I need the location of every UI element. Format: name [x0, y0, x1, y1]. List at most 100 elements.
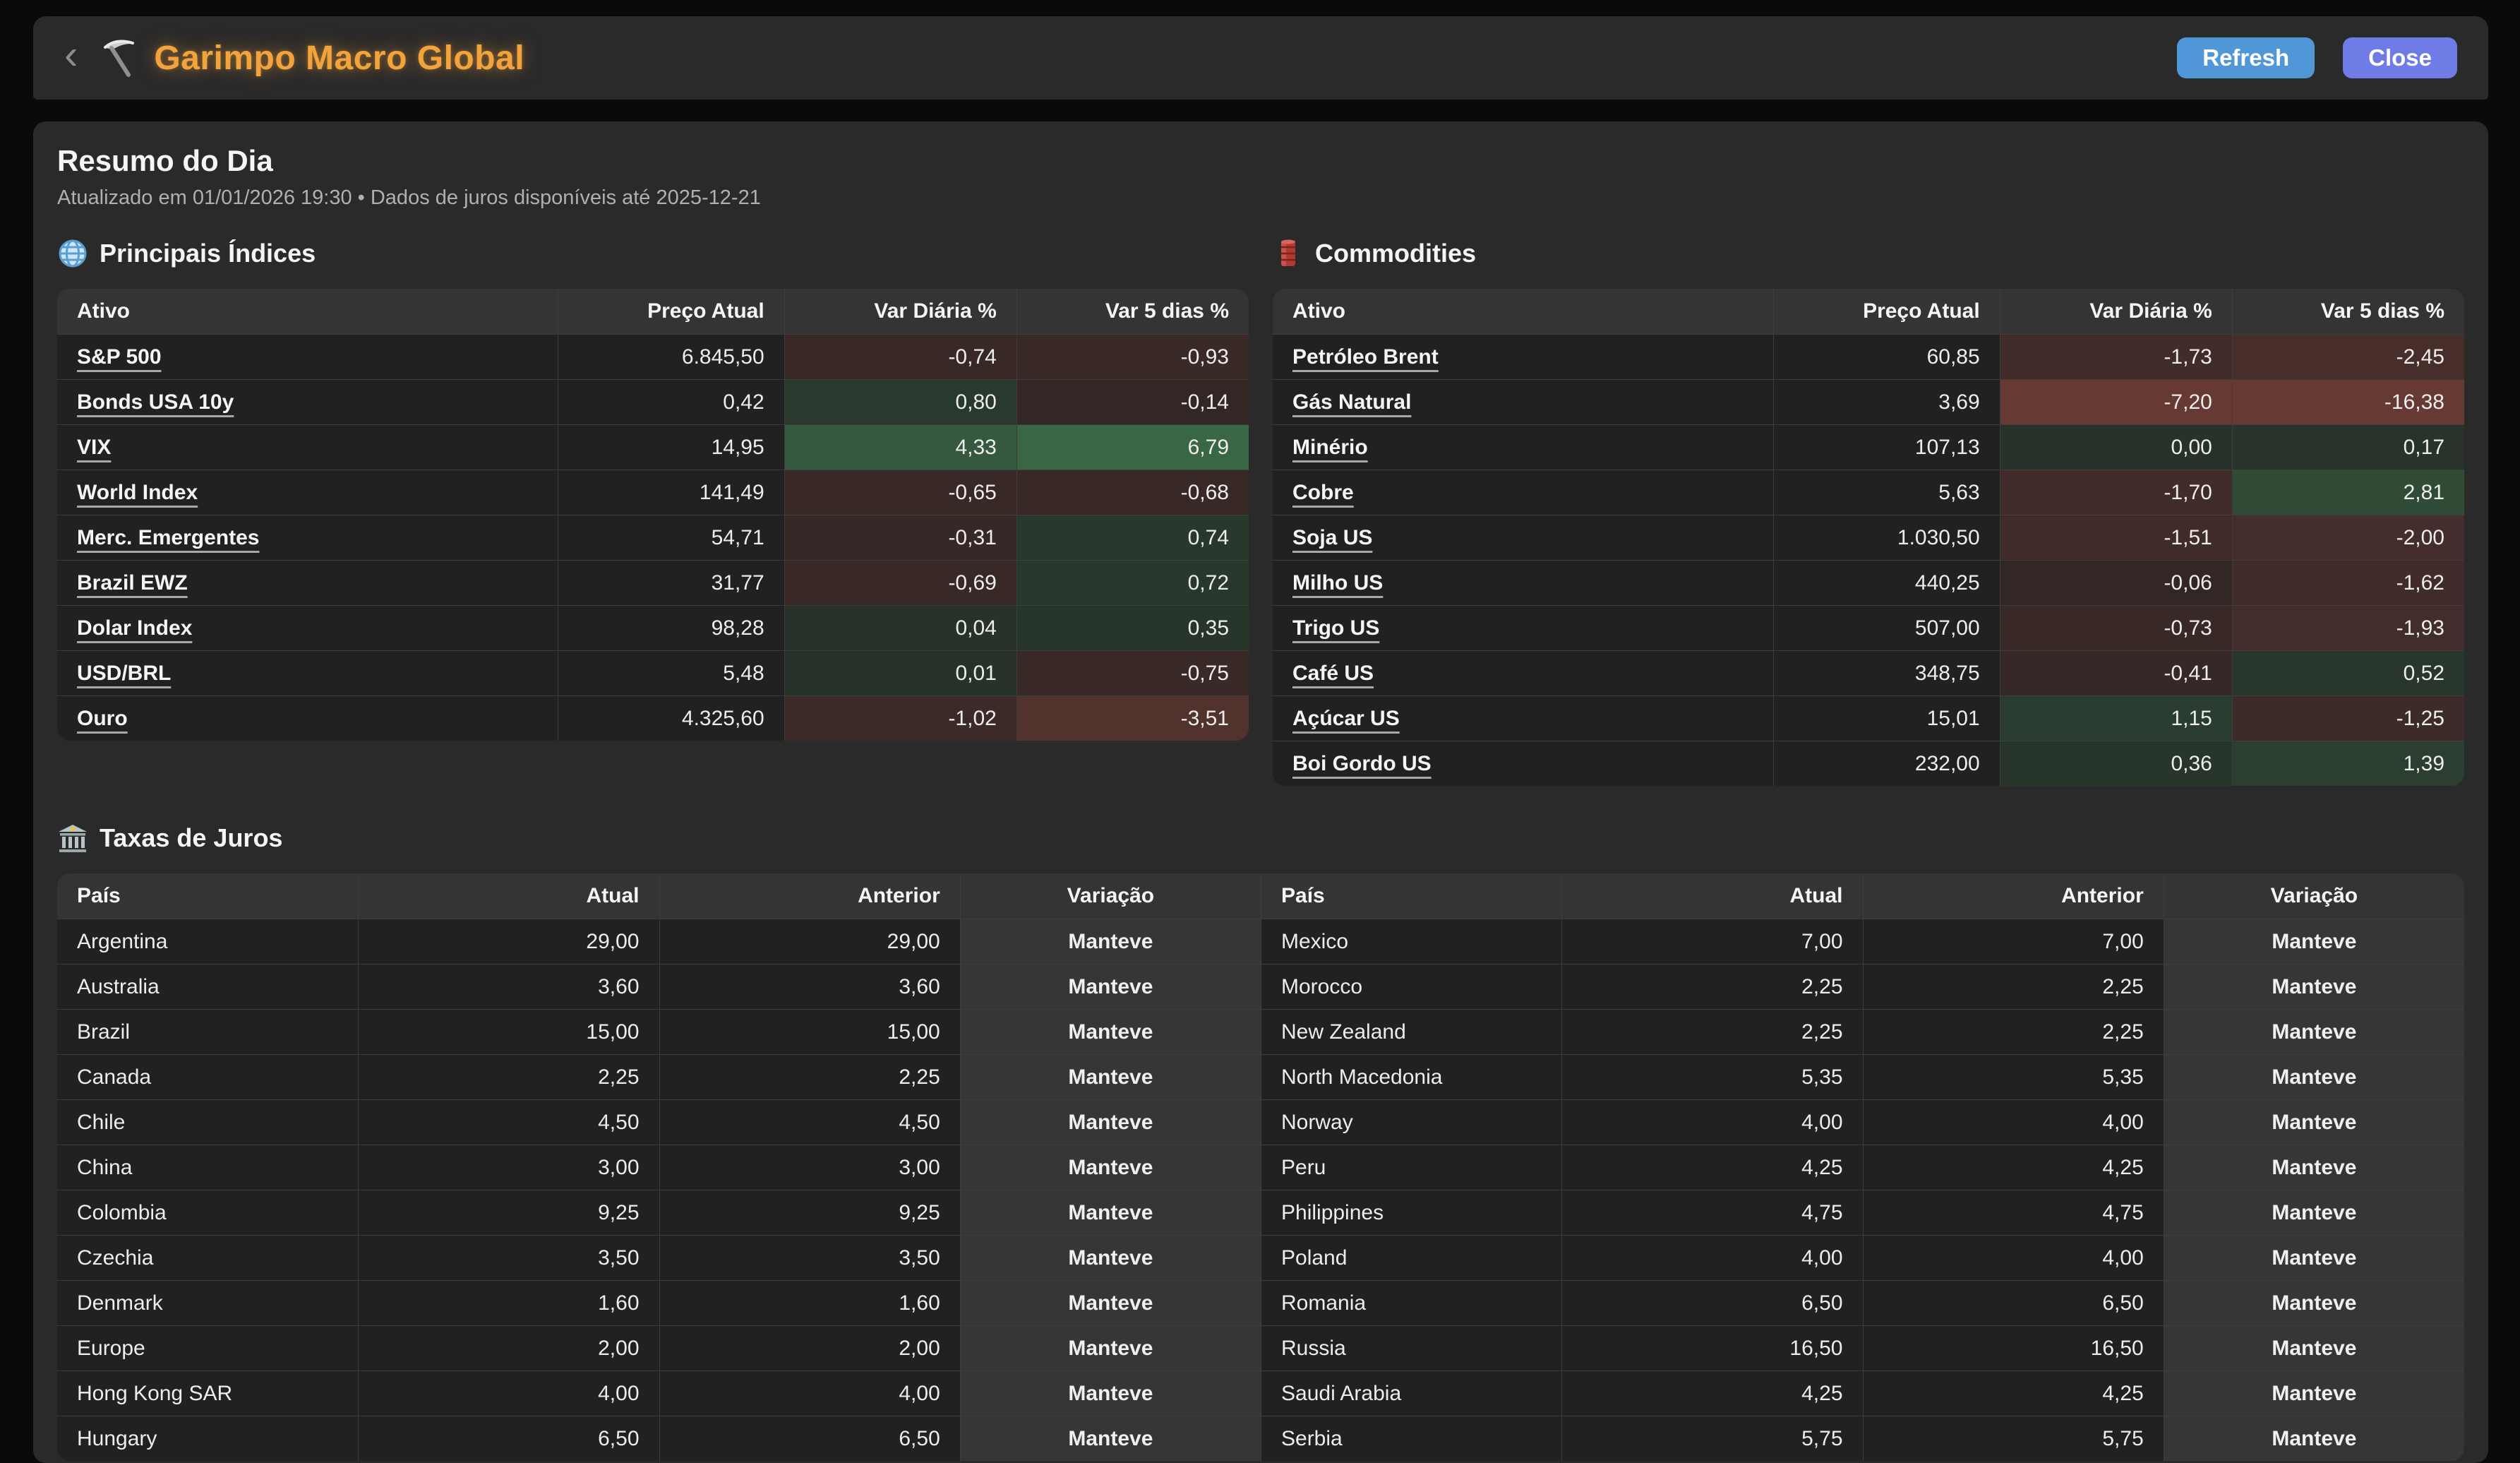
col-var-5d: Var 5 dias %: [1016, 289, 1249, 334]
asset-link[interactable]: Cobre: [1292, 481, 1354, 504]
country-cell: Argentina: [57, 919, 358, 964]
rate-change-cell: Manteve: [2164, 1235, 2464, 1280]
var-daily-cell: -0,41: [2000, 650, 2232, 695]
page-title: Resumo do Dia: [57, 144, 2464, 178]
rate-change-cell: Manteve: [960, 919, 1261, 964]
asset-link[interactable]: USD/BRL: [77, 662, 171, 685]
var-daily-cell: -0,65: [784, 470, 1016, 515]
var-5d-cell: -0,75: [1016, 650, 1249, 695]
country-cell: Hong Kong SAR: [57, 1371, 358, 1416]
asset-link[interactable]: Boi Gordo US: [1292, 752, 1432, 775]
asset-link[interactable]: Trigo US: [1292, 616, 1379, 640]
col-atual: Atual: [1561, 873, 1862, 919]
price-cell: 5,63: [1773, 470, 2000, 515]
table-row: Milho US440,25-0,06-1,62: [1273, 560, 2464, 605]
price-cell: 60,85: [1773, 334, 2000, 379]
asset-cell: Petróleo Brent: [1273, 334, 1773, 379]
table-row: Czechia3,503,50MantevePoland4,004,00Mant…: [57, 1235, 2464, 1280]
asset-cell: Minério: [1273, 424, 1773, 470]
var-5d-cell: 2,81: [2232, 470, 2464, 515]
refresh-button[interactable]: Refresh: [2177, 37, 2315, 78]
close-button[interactable]: Close: [2343, 37, 2457, 78]
col-var-diaria: Var Diária %: [784, 289, 1016, 334]
price-cell: 507,00: [1773, 605, 2000, 650]
rate-change-cell: Manteve: [960, 1325, 1261, 1371]
var-daily-cell: 0,01: [784, 650, 1016, 695]
rate-previous-cell: 4,00: [1863, 1235, 2164, 1280]
asset-cell: Gás Natural: [1273, 379, 1773, 424]
asset-link[interactable]: VIX: [77, 436, 111, 459]
commodities-heading: Commodities: [1273, 238, 2464, 269]
asset-link[interactable]: Minério: [1292, 436, 1368, 459]
price-cell: 15,01: [1773, 695, 2000, 741]
var-5d-cell: -1,62: [2232, 560, 2464, 605]
var-daily-cell: -0,31: [784, 515, 1016, 560]
rate-current-cell: 5,35: [1561, 1054, 1862, 1099]
oil-drum-icon: [1273, 238, 1304, 269]
rate-current-cell: 2,25: [358, 1054, 659, 1099]
country-cell: Australia: [57, 964, 358, 1009]
rate-previous-cell: 4,25: [1863, 1145, 2164, 1190]
table-row: S&P 5006.845,50-0,74-0,93: [57, 334, 1249, 379]
country-cell: Peru: [1261, 1145, 1561, 1190]
price-cell: 31,77: [558, 560, 784, 605]
var-5d-cell: 6,79: [1016, 424, 1249, 470]
table-row: Gás Natural3,69-7,20-16,38: [1273, 379, 2464, 424]
rate-change-cell: Manteve: [960, 1280, 1261, 1325]
back-icon[interactable]: ‹: [64, 35, 78, 76]
country-cell: China: [57, 1145, 358, 1190]
page-subtitle: Atualizado em 01/01/2026 19:30 • Dados d…: [57, 186, 2464, 210]
asset-cell: Boi Gordo US: [1273, 741, 1773, 786]
table-row: Açúcar US15,011,15-1,25: [1273, 695, 2464, 741]
price-cell: 0,42: [558, 379, 784, 424]
asset-link[interactable]: Gás Natural: [1292, 390, 1411, 414]
rate-previous-cell: 2,25: [659, 1054, 960, 1099]
top-sections: Principais Índices Ativo Preço Atual Var…: [57, 238, 2464, 786]
asset-link[interactable]: Brazil EWZ: [77, 571, 188, 595]
main-panel: Resumo do Dia Atualizado em 01/01/2026 1…: [33, 121, 2488, 1463]
rate-current-cell: 4,75: [1561, 1190, 1862, 1235]
asset-link[interactable]: Petróleo Brent: [1292, 345, 1439, 369]
rate-previous-cell: 7,00: [1863, 919, 2164, 964]
col-ativo: Ativo: [1273, 289, 1773, 334]
table-row: Colombia9,259,25MantevePhilippines4,754,…: [57, 1190, 2464, 1235]
col-preco: Preço Atual: [558, 289, 784, 334]
asset-link[interactable]: Merc. Emergentes: [77, 526, 259, 549]
col-pais: País: [57, 873, 358, 919]
rate-previous-cell: 3,00: [659, 1145, 960, 1190]
var-daily-cell: -0,73: [2000, 605, 2232, 650]
rate-previous-cell: 2,25: [1863, 1009, 2164, 1054]
rate-current-cell: 15,00: [358, 1009, 659, 1054]
var-daily-cell: -7,20: [2000, 379, 2232, 424]
rate-change-cell: Manteve: [2164, 1099, 2464, 1145]
table-row: Denmark1,601,60ManteveRomania6,506,50Man…: [57, 1280, 2464, 1325]
asset-cell: USD/BRL: [57, 650, 558, 695]
rate-previous-cell: 4,00: [1863, 1099, 2164, 1145]
asset-cell: Bonds USA 10y: [57, 379, 558, 424]
asset-link[interactable]: Milho US: [1292, 571, 1383, 595]
commodities-table: Ativo Preço Atual Var Diária % Var 5 dia…: [1273, 289, 2464, 786]
var-5d-cell: 0,35: [1016, 605, 1249, 650]
juros-title: Taxas de Juros: [100, 823, 282, 853]
rate-previous-cell: 2,25: [1863, 964, 2164, 1009]
var-5d-cell: 0,74: [1016, 515, 1249, 560]
asset-link[interactable]: Soja US: [1292, 526, 1372, 549]
rate-previous-cell: 29,00: [659, 919, 960, 964]
var-5d-cell: 0,17: [2232, 424, 2464, 470]
rate-current-cell: 16,50: [1561, 1325, 1862, 1371]
rate-current-cell: 4,00: [358, 1371, 659, 1416]
rate-current-cell: 3,50: [358, 1235, 659, 1280]
asset-link[interactable]: Ouro: [77, 707, 128, 730]
col-var-5d: Var 5 dias %: [2232, 289, 2464, 334]
asset-link[interactable]: Café US: [1292, 662, 1374, 685]
asset-link[interactable]: Açúcar US: [1292, 707, 1400, 730]
country-cell: Poland: [1261, 1235, 1561, 1280]
asset-link[interactable]: Dolar Index: [77, 616, 192, 640]
asset-link[interactable]: S&P 500: [77, 345, 162, 369]
asset-link[interactable]: World Index: [77, 481, 198, 504]
table-row: USD/BRL5,480,01-0,75: [57, 650, 1249, 695]
rate-previous-cell: 6,50: [659, 1416, 960, 1461]
rate-previous-cell: 9,25: [659, 1190, 960, 1235]
asset-link[interactable]: Bonds USA 10y: [77, 390, 234, 414]
globe-icon: [57, 238, 88, 269]
